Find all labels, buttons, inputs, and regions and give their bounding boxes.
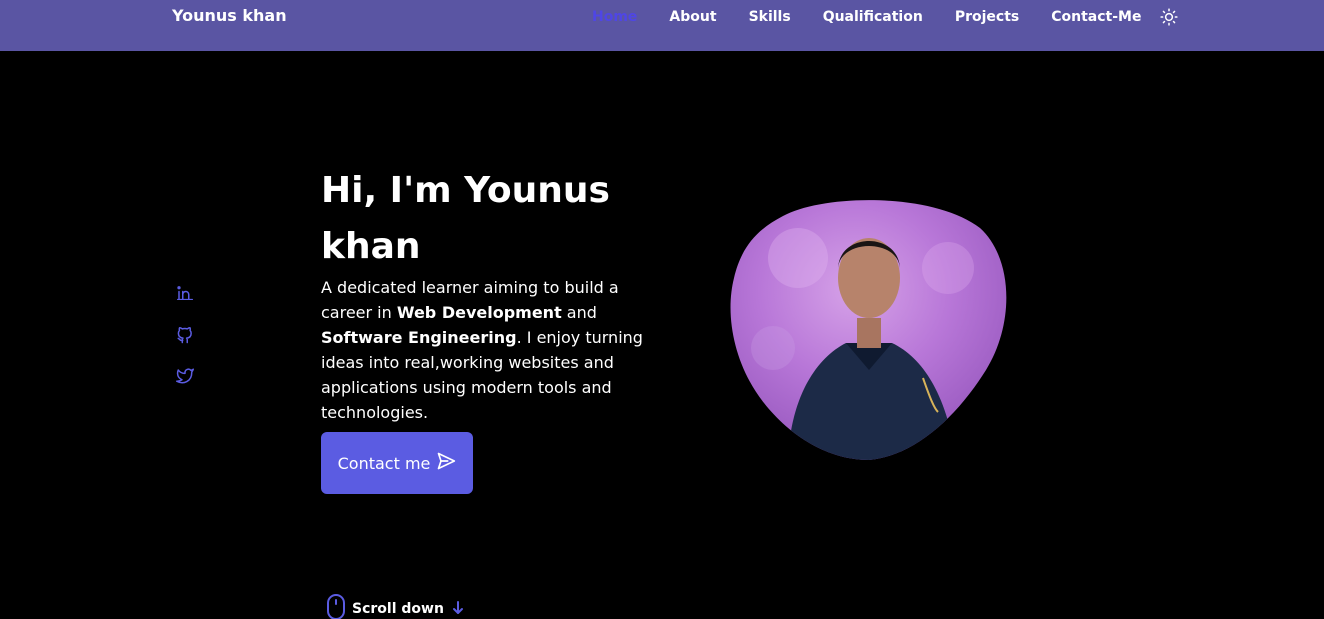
github-icon[interactable]: [176, 326, 194, 344]
hero-desc-bold-2: Software Engineering: [321, 328, 517, 347]
scroll-down-label: Scroll down: [352, 601, 444, 617]
contact-me-label: Contact me: [337, 453, 431, 473]
hero-description: A dedicated learner aiming to build a ca…: [321, 275, 671, 425]
mouse-icon: [326, 594, 346, 619]
nav-menu: Home About Skills Qualification Projects…: [592, 7, 1179, 27]
contact-me-button[interactable]: Contact me: [321, 432, 473, 494]
hero-desc-bold-1: Web Development: [396, 303, 562, 322]
hero-title: Hi, I'm Younus khan: [321, 170, 610, 267]
scroll-down-link[interactable]: Scroll down: [326, 594, 464, 619]
twitter-icon[interactable]: [176, 367, 194, 385]
profile-photo: [728, 198, 1010, 461]
nav-qualification[interactable]: Qualification: [823, 9, 923, 25]
nav-contact-me[interactable]: Contact-Me: [1051, 9, 1141, 25]
nav-projects[interactable]: Projects: [955, 9, 1019, 25]
send-icon: [436, 451, 456, 475]
logo[interactable]: Younus khan: [172, 6, 287, 25]
hero-desc-text-2: and: [561, 303, 597, 322]
arrow-down-icon: [452, 600, 464, 619]
nav-home[interactable]: Home: [592, 9, 637, 25]
sun-icon[interactable]: [1159, 7, 1179, 27]
linkedin-icon[interactable]: [176, 284, 194, 302]
nav-about[interactable]: About: [669, 9, 716, 25]
nav-skills[interactable]: Skills: [749, 9, 791, 25]
header: Younus khan Home About Skills Qualificat…: [0, 0, 1324, 51]
